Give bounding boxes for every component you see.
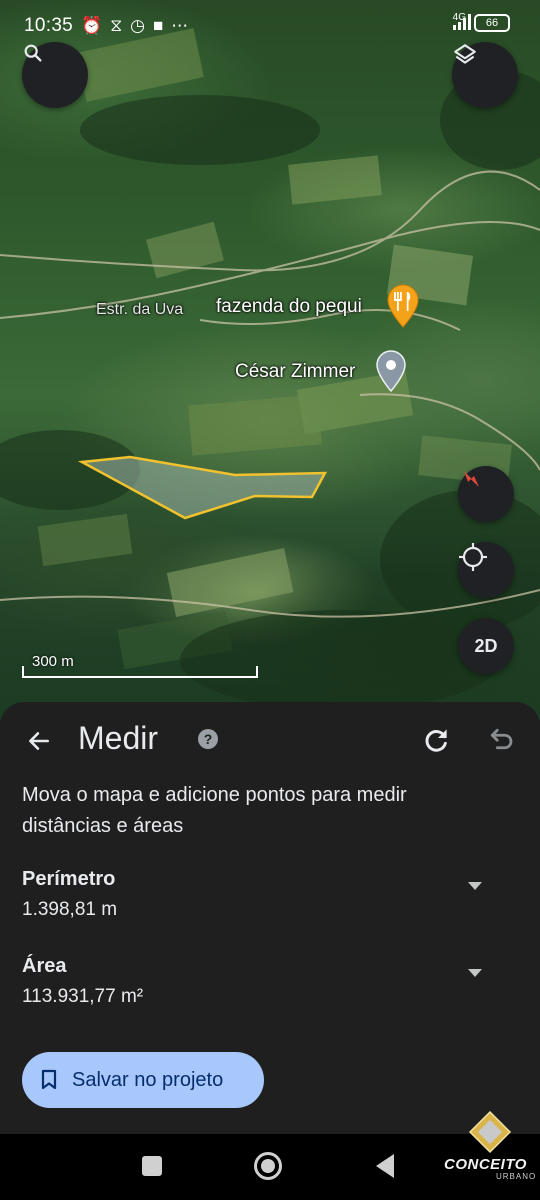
perimeter-label: Perímetro [22,868,116,890]
area-value: 113.931,77 m² [22,986,144,1007]
scale-bar [22,666,258,678]
perimeter-value: 1.398,81 m [22,899,118,920]
perimeter-expand-icon[interactable] [468,882,482,890]
restaurant-pin-icon[interactable] [387,284,419,328]
status-time: 10:35 [24,15,74,36]
undo-button[interactable] [486,724,518,756]
alarm-icon: ⏰ [81,16,103,35]
back-button[interactable] [22,724,56,758]
sheet-header: Medir ? [0,702,540,776]
layers-icon [454,44,476,64]
measure-sheet: Medir ? Mova o mapa e adicione pontos pa… [0,702,540,1134]
recent-apps-button[interactable] [142,1156,162,1176]
area-label: Área [22,955,67,977]
home-button[interactable] [254,1152,282,1180]
road-label: Estr. da Uva [96,301,184,318]
perimeter-row[interactable]: Perímetro 1.398,81 m [22,868,522,921]
sync-icon: ⧖ [110,16,123,35]
status-right: 4G 66 [452,12,510,32]
more-icon: ⋯ [171,16,189,35]
watermark-logo: CONCEITO URBANO [440,1110,536,1190]
save-to-project-button[interactable]: Salvar no projeto [22,1052,264,1108]
satellite-imagery [0,28,540,710]
arrow-back-icon [29,732,49,750]
my-location-button[interactable] [458,542,514,598]
sheet-title: Medir [78,720,159,756]
my-location-icon [459,543,487,571]
clock-icon: ◷ [130,16,145,35]
view-mode-toggle[interactable]: 2D [458,618,514,674]
compass-button[interactable] [458,466,514,522]
layers-button[interactable] [452,42,518,108]
app-icon: ■ [153,16,164,35]
signal-icon [452,14,471,30]
undo-icon [490,728,513,750]
save-to-project-label: Salvar no projeto [72,1068,224,1091]
measure-instructions: Mova o mapa e adicione pontos para medir… [22,784,407,837]
refresh-icon [425,729,447,752]
area-expand-icon[interactable] [468,969,482,977]
poi-label-place[interactable]: César Zimmer [235,361,355,383]
battery-icon: 66 [474,14,510,32]
refresh-button[interactable] [420,724,452,756]
map-view[interactable]: 10:35 ⏰ ⧖ ◷ ■ ⋯ 4G 66 Estr. da Uva fazen… [0,0,540,720]
compass-icon [464,471,479,487]
help-icon[interactable]: ? [198,729,218,749]
watermark-emblem-icon [468,1110,512,1154]
notification-icons: ⏰ ⧖ ◷ ■ ⋯ [81,16,188,36]
system-back-button[interactable] [376,1154,394,1178]
bookmark-icon [41,1069,57,1090]
watermark-sub: URBANO [496,1172,537,1181]
watermark-name: CONCEITO [444,1156,527,1173]
place-pin-icon[interactable] [376,350,406,392]
poi-label-restaurant[interactable]: fazenda do pequi [216,296,362,318]
search-button[interactable] [22,42,88,108]
area-row[interactable]: Área 113.931,77 m² [22,955,522,1008]
search-icon [24,44,42,62]
